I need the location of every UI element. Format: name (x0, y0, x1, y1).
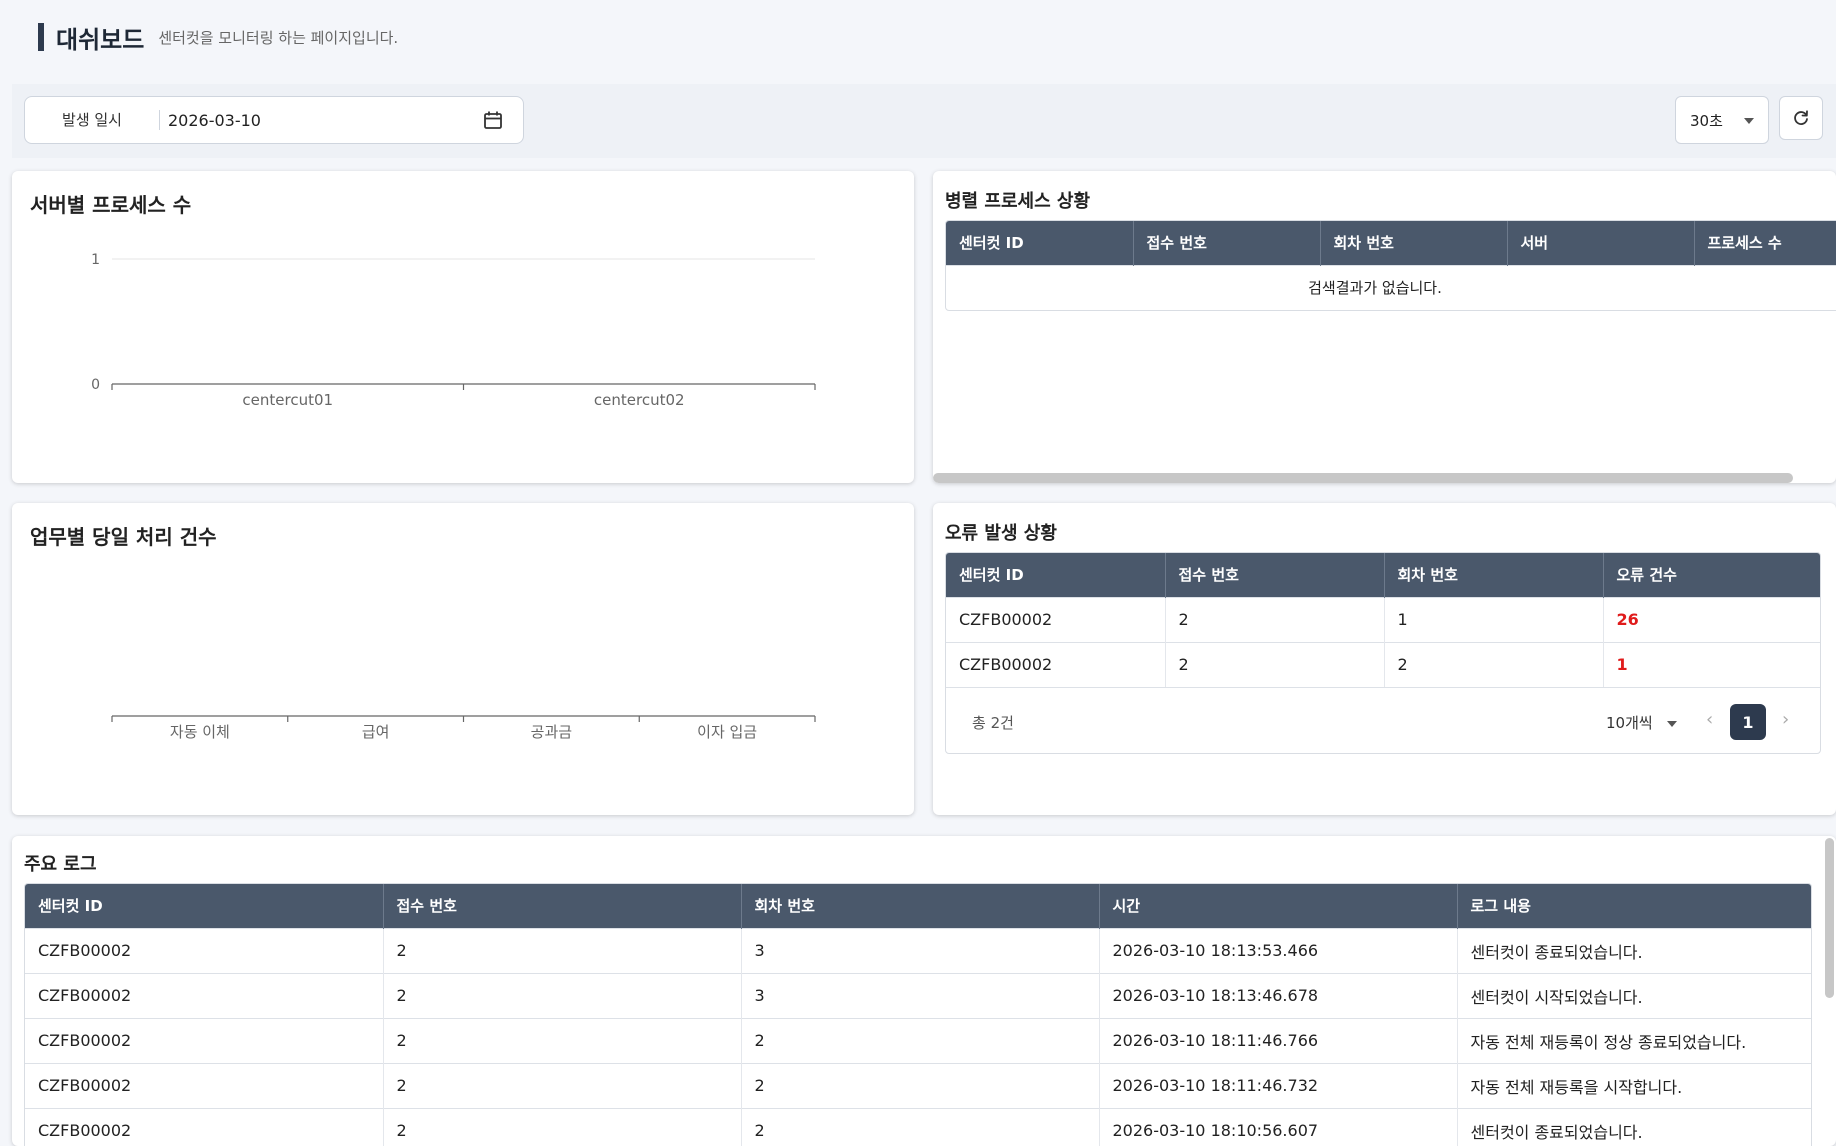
x-tick-label: centercut01 (242, 391, 333, 409)
table-row[interactable]: CZFB00002 2 2 2026-03-10 18:11:46.766 자동… (25, 1017, 1811, 1063)
x-tick-label: 공과금 (531, 723, 573, 741)
errors-table: 센터컷 ID 접수 번호 회차 번호 오류 건수 CZFB00002 2 1 2… (945, 552, 1821, 754)
x-tick-label: 이자 입금 (697, 723, 757, 741)
parallel-process-table: 센터컷 ID 접수 번호 회차 번호 서버 프로세스 수 검색결과가 없습니다. (945, 220, 1836, 311)
col-receipt-no[interactable]: 접수 번호 (383, 884, 742, 928)
server-process-chart: 0 1 centercut01 centercut02 (91, 252, 816, 409)
col-error-count[interactable]: 오류 건수 (1603, 553, 1820, 597)
title-accent-bar (38, 23, 44, 51)
x-tick-label: centercut02 (594, 391, 685, 409)
table-row[interactable]: CZFB00002 2 1 26 (946, 596, 1820, 642)
page-size-select[interactable]: 10개씩 (1606, 712, 1677, 733)
date-filter: 발생 일시 (24, 96, 524, 144)
table-row[interactable]: CZFB00002 2 2 2026-03-10 18:10:56.607 센터… (25, 1107, 1811, 1146)
y-tick-label: 0 (91, 377, 100, 393)
prev-page-icon[interactable]: ‹ (1706, 709, 1713, 730)
x-tick-label: 급여 (362, 723, 390, 741)
col-server[interactable]: 서버 (1507, 221, 1695, 265)
refresh-interval-select[interactable]: 30초 (1675, 96, 1769, 144)
errors-title: 오류 발생 상황 (945, 523, 1057, 544)
pagination: 총 2건 10개씩 ‹ 1 › (946, 687, 1820, 753)
parallel-process-title: 병렬 프로세스 상황 (945, 191, 1091, 212)
table-row[interactable]: CZFB00002 2 2 2026-03-10 18:11:46.732 자동… (25, 1062, 1811, 1108)
col-round-no[interactable]: 회차 번호 (741, 884, 1100, 928)
logs-title: 주요 로그 (24, 854, 97, 875)
daily-count-chart: 자동 이체 급여 공과금 이자 입금 (111, 715, 816, 741)
page-title: 대쉬보드 (56, 25, 145, 54)
error-count: 1 (1603, 641, 1820, 687)
col-receipt-no[interactable]: 접수 번호 (1133, 221, 1321, 265)
error-count: 26 (1603, 596, 1820, 642)
empty-result-text: 검색결과가 없습니다. (946, 264, 1836, 310)
page-subtitle: 센터컷을 모니터링 하는 페이지입니다. (158, 28, 399, 47)
server-process-card: 서버별 프로세스 수 0 1 centercut01 centercut02 (12, 171, 914, 483)
page-header: 대쉬보드 센터컷을 모니터링 하는 페이지입니다. (38, 22, 399, 54)
chevron-down-icon (1744, 118, 1754, 124)
calendar-icon[interactable] (473, 100, 513, 140)
refresh-icon (1794, 110, 1808, 125)
refresh-button[interactable] (1779, 96, 1823, 140)
col-time[interactable]: 시간 (1099, 884, 1458, 928)
col-centercut-id[interactable]: 센터컷 ID (946, 221, 1134, 265)
col-log-content[interactable]: 로그 내용 (1457, 884, 1811, 928)
logs-table: 센터컷 ID 접수 번호 회차 번호 시간 로그 내용 CZFB00002 2 … (24, 883, 1812, 1146)
table-row[interactable]: CZFB00002 2 2 1 (946, 641, 1820, 687)
date-label: 발생 일시 (25, 110, 160, 130)
table-row[interactable]: CZFB00002 2 3 2026-03-10 18:13:46.678 센터… (25, 972, 1811, 1018)
refresh-interval-value: 30초 (1690, 111, 1723, 130)
date-input[interactable] (160, 100, 473, 140)
col-round-no[interactable]: 회차 번호 (1384, 553, 1604, 597)
daily-count-card: 업무별 당일 처리 건수 자동 이체 급여 공과금 이자 입금 (12, 503, 914, 815)
col-centercut-id[interactable]: 센터컷 ID (25, 884, 384, 928)
y-tick-label: 1 (91, 252, 100, 268)
x-tick-label: 자동 이체 (170, 723, 230, 741)
col-process-count[interactable]: 프로세스 수 (1694, 221, 1836, 265)
horizontal-scrollbar[interactable] (933, 473, 1793, 483)
total-count: 총 2건 (972, 714, 1014, 732)
vertical-scrollbar[interactable] (1825, 838, 1834, 998)
filter-bar: 발생 일시 30초 (12, 84, 1836, 158)
col-round-no[interactable]: 회차 번호 (1320, 221, 1508, 265)
table-row[interactable]: CZFB00002 2 3 2026-03-10 18:13:53.466 센터… (25, 927, 1811, 973)
logs-card: 주요 로그 센터컷 ID 접수 번호 회차 번호 시간 로그 내용 CZFB00… (12, 836, 1836, 1146)
col-receipt-no[interactable]: 접수 번호 (1165, 553, 1385, 597)
page-button-current[interactable]: 1 (1730, 704, 1766, 740)
errors-card: 오류 발생 상황 센터컷 ID 접수 번호 회차 번호 오류 건수 CZFB00… (933, 503, 1836, 815)
next-page-icon[interactable]: › (1782, 709, 1789, 730)
parallel-process-card: 병렬 프로세스 상황 센터컷 ID 접수 번호 회차 번호 서버 프로세스 수 … (933, 171, 1836, 483)
col-centercut-id[interactable]: 센터컷 ID (946, 553, 1166, 597)
chevron-down-icon (1666, 720, 1677, 727)
